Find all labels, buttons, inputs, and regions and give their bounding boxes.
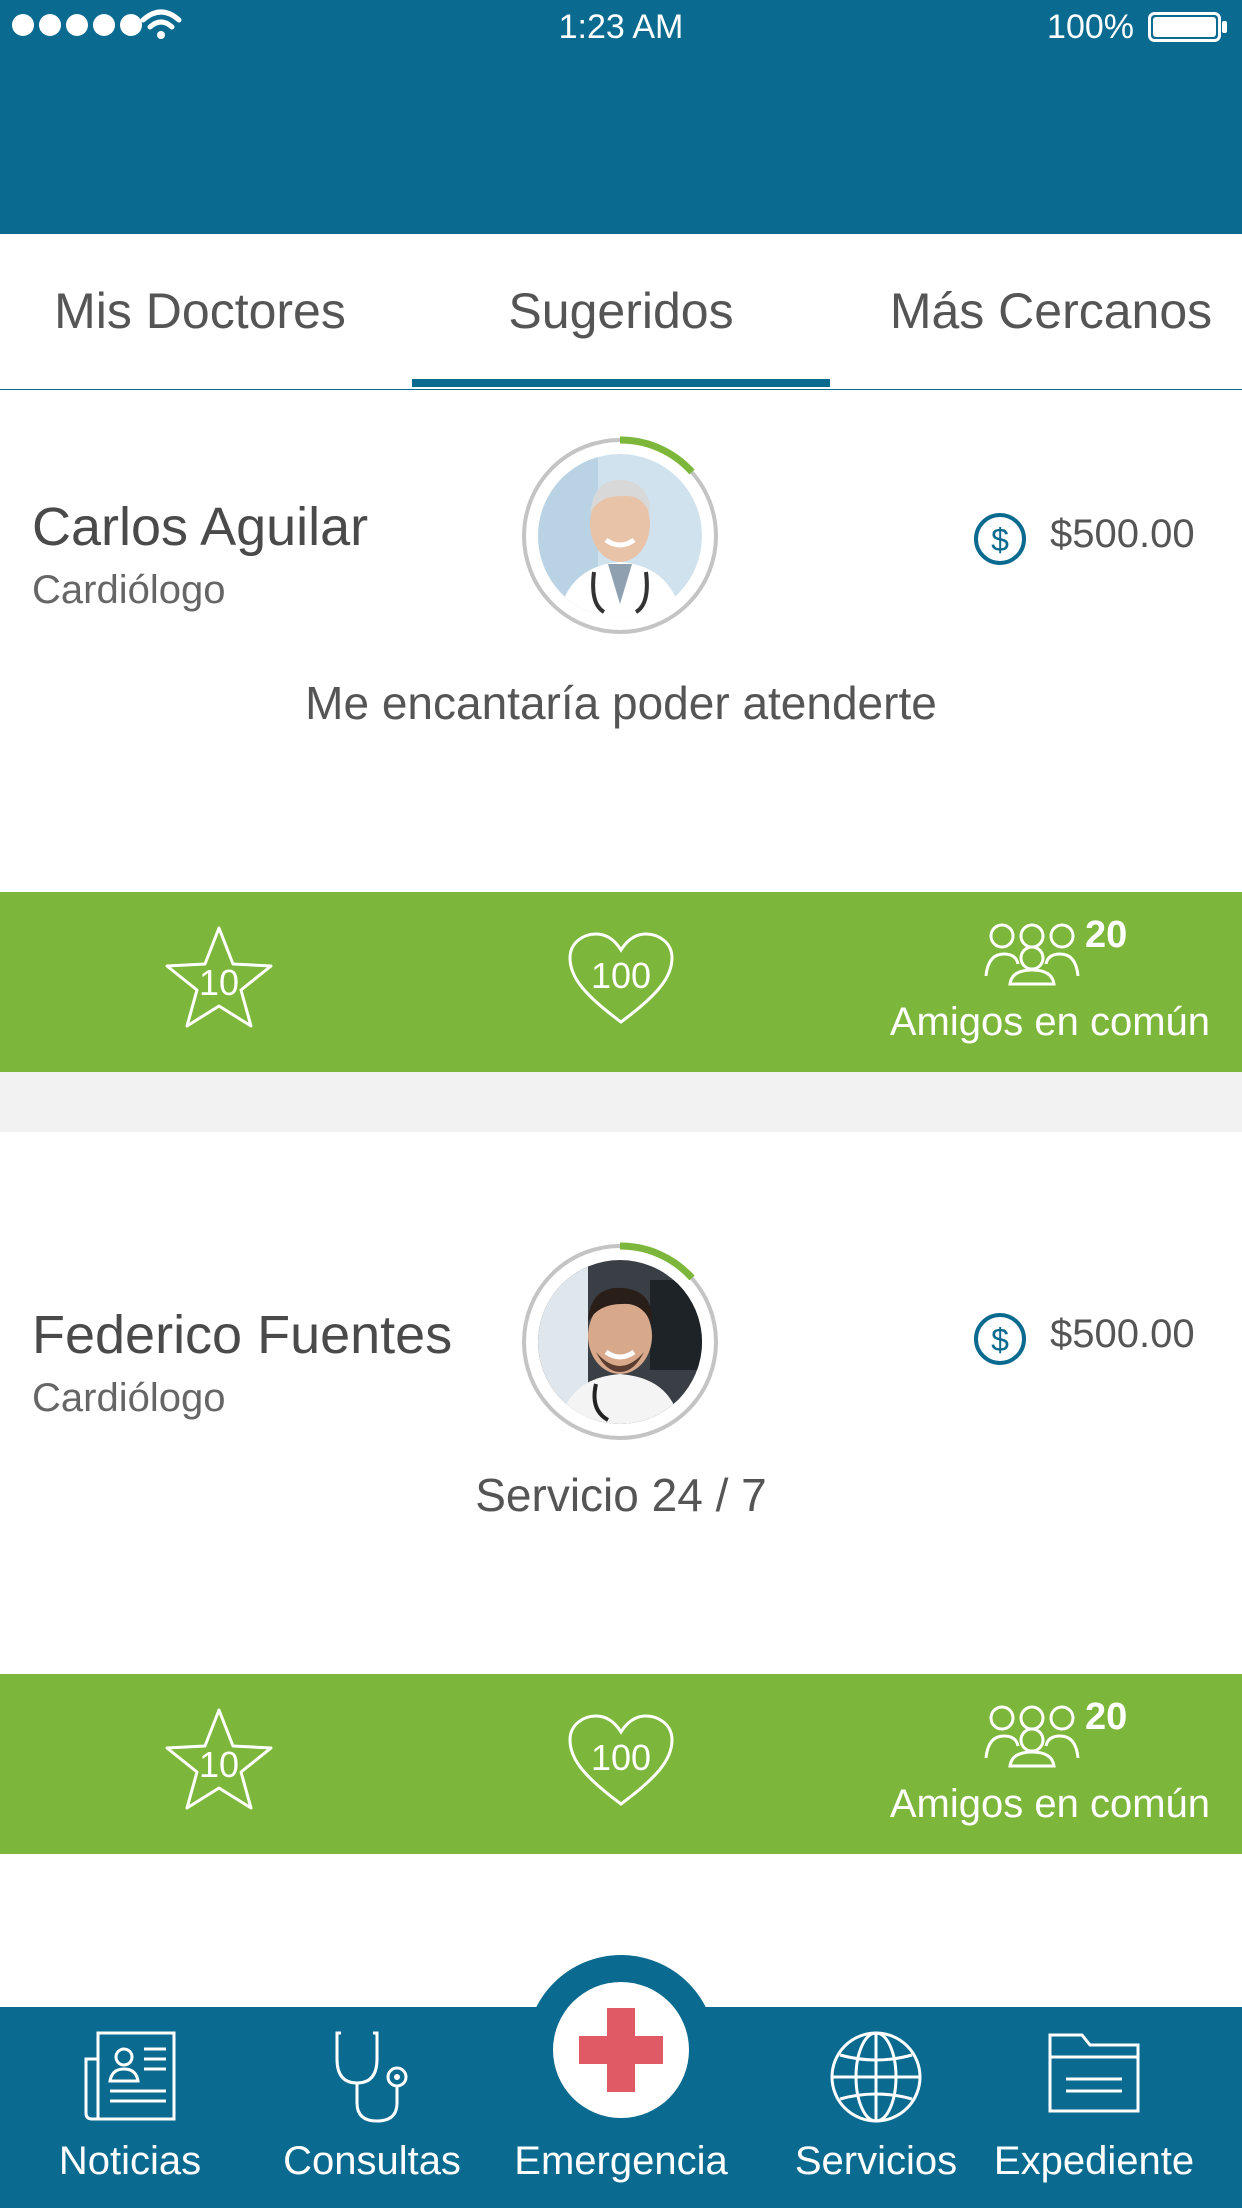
rating-star[interactable]: 10 bbox=[163, 922, 275, 1032]
friends-icon bbox=[984, 1705, 1080, 1768]
friends-label[interactable]: Amigos en común bbox=[890, 1000, 1210, 1045]
consultation-price: $500.00 bbox=[1050, 1312, 1195, 1356]
rating-value: 10 bbox=[198, 962, 240, 1003]
doctor-stats-bar: 10 100 20 Amigos en común bbox=[0, 892, 1242, 1072]
tab-mas-cercanos[interactable]: Más Cercanos bbox=[860, 234, 1242, 389]
nav-label: Noticias bbox=[58, 2139, 202, 2183]
nav-servicios[interactable]: Servicios bbox=[766, 2007, 986, 2208]
doctor-name: Federico Fuentes bbox=[32, 1305, 453, 1365]
nav-consultas[interactable]: Consultas bbox=[262, 2007, 482, 2208]
active-tab-indicator bbox=[412, 379, 830, 387]
rating-value: 10 bbox=[198, 1744, 240, 1785]
friends-icon bbox=[984, 923, 1080, 986]
app-header: 1:23 AM 100% bbox=[0, 0, 1242, 234]
doctor-name: Carlos Aguilar bbox=[32, 497, 369, 557]
folder-icon bbox=[1048, 2033, 1140, 2113]
nav-label: Consultas bbox=[283, 2139, 461, 2183]
doctor-photo bbox=[538, 1260, 702, 1424]
red-cross-icon bbox=[579, 2008, 663, 2092]
card-separator bbox=[0, 1072, 1242, 1132]
tab-sugeridos[interactable]: Sugeridos bbox=[412, 234, 830, 389]
svg-text:$: $ bbox=[991, 522, 1009, 558]
status-bar: 1:23 AM 100% bbox=[0, 0, 1242, 54]
nav-noticias[interactable]: Noticias bbox=[20, 2007, 240, 2208]
friends-label[interactable]: Amigos en común bbox=[890, 1782, 1210, 1827]
nav-label: Emergencia bbox=[514, 2139, 728, 2183]
globe-icon bbox=[830, 2031, 922, 2123]
battery-icon bbox=[1148, 12, 1227, 42]
doctor-card[interactable]: Carlos Aguilar Cardiólogo $ $500.00 Me e… bbox=[0, 390, 1242, 892]
rating-star[interactable]: 10 bbox=[163, 1704, 275, 1814]
likes-value: 100 bbox=[590, 955, 652, 996]
dollar-icon: $ bbox=[974, 1313, 1026, 1365]
doctor-card[interactable]: Federico Fuentes Cardiólogo $ $500.00 Se… bbox=[0, 1132, 1242, 1674]
newspaper-icon bbox=[84, 2031, 176, 2121]
nav-label: Expediente bbox=[993, 2139, 1195, 2183]
doctor-tagline: Me encantaría poder atenderte bbox=[305, 677, 937, 729]
consultation-price: $500.00 bbox=[1050, 512, 1195, 556]
nav-expediente[interactable]: Expediente bbox=[984, 2007, 1204, 2208]
emergency-button[interactable] bbox=[553, 1982, 689, 2118]
doctor-tagline: Servicio 24 / 7 bbox=[475, 1469, 767, 1521]
likes-heart[interactable]: 100 bbox=[566, 1712, 676, 1808]
friends-count: 20 bbox=[1085, 1696, 1128, 1738]
doctor-tabs: Mis Doctores Sugeridos Más Cercanos bbox=[0, 234, 1242, 392]
doctor-avatar[interactable] bbox=[520, 436, 720, 636]
doctor-specialty: Cardiólogo bbox=[32, 1376, 226, 1420]
doctor-stats-bar: 10 100 20 Amigos en común bbox=[0, 1674, 1242, 1854]
likes-heart[interactable]: 100 bbox=[566, 930, 676, 1026]
nav-label: Servicios bbox=[794, 2139, 958, 2183]
stethoscope-icon bbox=[335, 2031, 408, 2123]
doctor-photo bbox=[538, 454, 702, 618]
doctor-avatar[interactable] bbox=[520, 1242, 720, 1442]
doctor-specialty: Cardiólogo bbox=[32, 568, 226, 612]
battery-percentage: 100% bbox=[1047, 8, 1134, 46]
likes-value: 100 bbox=[590, 1737, 652, 1778]
friends-count: 20 bbox=[1085, 914, 1128, 956]
svg-text:$: $ bbox=[991, 1322, 1009, 1358]
dollar-icon: $ bbox=[974, 513, 1026, 565]
tab-mis-doctores[interactable]: Mis Doctores bbox=[0, 234, 400, 389]
